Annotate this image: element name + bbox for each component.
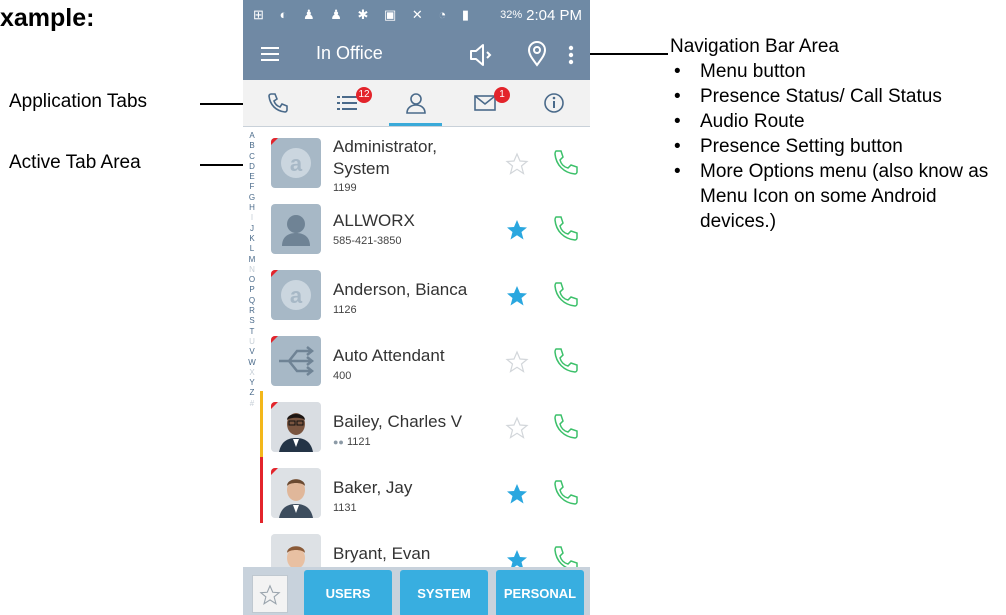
phone-icon — [268, 93, 288, 113]
call-icon[interactable] — [549, 279, 579, 309]
person-icon — [406, 93, 426, 114]
allworx-logo-avatar: a — [271, 270, 321, 320]
tab-info[interactable] — [519, 80, 588, 126]
application-tabs-pointer — [200, 103, 244, 105]
call-icon[interactable] — [549, 411, 579, 441]
favorite-star-filled-icon[interactable] — [505, 284, 529, 308]
menu-icon[interactable] — [259, 42, 283, 66]
favorite-star-filled-icon[interactable] — [505, 548, 529, 567]
contact-row[interactable]: Auto Attendant 400 — [243, 325, 590, 391]
svg-text:a: a — [290, 151, 303, 176]
notification-icons: ⊞ ◐ ♟ ♟ ✱ ▣ ✕ ◔ ▮ — [253, 7, 476, 22]
favorite-star-empty-icon[interactable] — [505, 350, 529, 374]
list-badge: 12 — [356, 87, 372, 103]
contact-extension: 1126 — [333, 304, 357, 316]
call-icon[interactable] — [549, 147, 579, 177]
tab-calls[interactable] — [243, 80, 312, 126]
contact-name: ALLWORX — [333, 211, 415, 230]
photo-avatar — [271, 402, 321, 452]
svg-text:a: a — [290, 283, 303, 308]
contact-extension: ●● 1121 — [333, 436, 371, 448]
contact-row[interactable]: Bryant, Evan — [243, 523, 590, 567]
favorite-star-filled-icon[interactable] — [505, 482, 529, 506]
presence-status[interactable]: In Office — [316, 43, 383, 64]
application-tabs-label: Application Tabs — [9, 91, 148, 112]
photo-avatar — [271, 534, 321, 567]
speaker-icon[interactable] — [466, 41, 494, 69]
allworx-logo-avatar: a — [271, 138, 321, 188]
contact-row[interactable]: ALLWORX 585-421-3850 — [243, 193, 590, 259]
group-icon: ●● — [333, 437, 344, 447]
nav-item-more-options: More Options menu (also know as Menu Ico… — [670, 159, 1006, 234]
favorite-star-filled-icon[interactable] — [505, 218, 529, 242]
person-silhouette-avatar — [271, 204, 321, 254]
call-icon[interactable] — [549, 477, 579, 507]
favorite-star-empty-icon[interactable] — [505, 416, 529, 440]
status-indicator — [260, 457, 263, 523]
contact-name: Anderson, Bianca — [333, 280, 468, 299]
nav-item-presence-status: Presence Status/ Call Status — [670, 84, 1006, 109]
navigation-bar-annotation: Navigation Bar Area Menu button Presence… — [670, 34, 1006, 234]
system-filter-button[interactable]: SYSTEM — [400, 570, 488, 615]
tab-list[interactable]: 12 — [312, 80, 381, 126]
contact-row[interactable]: Bailey, Charles V ●● 1121 — [243, 391, 590, 457]
star-icon — [259, 584, 281, 605]
navigation-bar-area-label: Navigation Bar Area — [670, 36, 839, 57]
contact-name: Bryant, Evan — [333, 544, 431, 563]
active-tab-area-pointer — [200, 164, 244, 166]
active-tab-area-label: Active Tab Area — [9, 152, 141, 173]
navigation-items-list: Menu button Presence Status/ Call Status… — [670, 59, 1006, 234]
location-pin-icon[interactable] — [525, 40, 549, 68]
call-icon[interactable] — [549, 213, 579, 243]
messages-badge: 1 — [494, 87, 510, 103]
contact-row[interactable]: a Anderson, Bianca 1126 — [243, 259, 590, 325]
contact-name: Auto Attendant — [333, 346, 445, 365]
nav-item-audio-route: Audio Route — [670, 109, 1006, 134]
personal-filter-button[interactable]: PERSONAL — [496, 570, 584, 615]
call-icon[interactable] — [549, 345, 579, 375]
android-status-bar: ⊞ ◐ ♟ ♟ ✱ ▣ ✕ ◔ ▮ 32% 2:04 PM — [243, 0, 590, 30]
call-icon[interactable] — [549, 543, 579, 567]
favorite-star-empty-icon[interactable] — [505, 152, 529, 176]
navigation-bar-pointer — [590, 53, 668, 55]
info-icon — [544, 93, 564, 113]
battery-level: 32% — [500, 9, 523, 21]
tab-messages[interactable]: 1 — [450, 80, 519, 126]
nav-item-presence-setting: Presence Setting button — [670, 134, 1006, 159]
contact-row[interactable]: a Administrator, System 1199 — [243, 127, 590, 194]
users-filter-button[interactable]: USERS — [304, 570, 392, 615]
favorites-filter-button[interactable] — [252, 575, 288, 613]
contact-extension: 400 — [333, 370, 352, 382]
filter-bar: USERS SYSTEM PERSONAL — [243, 567, 590, 615]
application-tabs: 12 1 — [243, 80, 590, 127]
contact-name: Bailey, Charles V — [333, 412, 463, 431]
phone-screen: ⊞ ◐ ♟ ♟ ✱ ▣ ✕ ◔ ▮ 32% 2:04 PM In Office — [243, 0, 590, 615]
tab-contacts[interactable] — [381, 80, 450, 126]
example-heading: xample: — [0, 4, 95, 32]
status-indicator — [260, 391, 263, 457]
navigation-bar: In Office — [243, 30, 590, 80]
nav-item-menu-button: Menu button — [670, 59, 1006, 84]
contact-extension: 585-421-3850 — [333, 235, 402, 247]
active-tab-area[interactable]: A B C D E F G H I J K L M N O P Q R S T U V W X Y Z # a Administra… — [243, 127, 590, 567]
contact-name: Administrator, System — [333, 137, 437, 178]
routing-arrows-avatar — [271, 336, 321, 386]
more-vert-icon[interactable] — [563, 41, 579, 69]
contact-name: Baker, Jay — [333, 478, 413, 497]
contact-extension: 1131 — [333, 502, 357, 514]
contact-row[interactable]: Baker, Jay 1131 — [243, 457, 590, 523]
photo-avatar — [271, 468, 321, 518]
clock: 2:04 PM — [526, 6, 582, 24]
